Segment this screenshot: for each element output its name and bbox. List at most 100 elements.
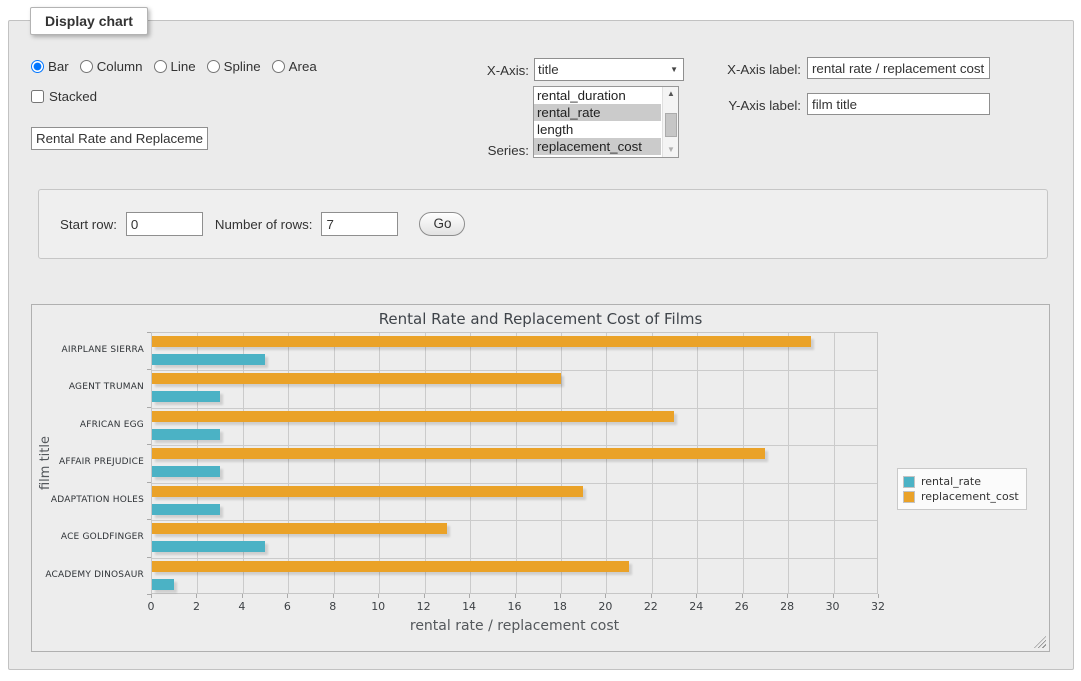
xtick-mark — [878, 594, 879, 598]
gridline — [152, 520, 877, 521]
xtick-mark — [651, 594, 652, 598]
ytick-label: AGENT TRUMAN — [32, 381, 144, 393]
radio-bar[interactable] — [31, 60, 44, 73]
radio-bar-label: Bar — [48, 59, 69, 74]
gridline — [606, 333, 607, 593]
gridline — [288, 333, 289, 593]
radio-line-label: Line — [171, 59, 196, 74]
xtick-label: 24 — [676, 600, 716, 613]
go-button[interactable]: Go — [419, 212, 465, 236]
radio-spline[interactable] — [207, 60, 220, 73]
start-row-input[interactable] — [126, 212, 203, 236]
xtick-mark — [151, 594, 152, 598]
bar-rental_rate — [152, 504, 220, 515]
ytick-mark — [147, 369, 151, 370]
gridline — [788, 333, 789, 593]
chart-legend: rental_rate replacement_cost — [897, 468, 1027, 510]
gridline — [834, 333, 835, 593]
num-rows-input[interactable] — [321, 212, 398, 236]
start-row-label: Start row: — [60, 217, 117, 232]
series-option-rental_rate[interactable]: rental_rate — [534, 104, 661, 121]
xaxis-title: rental rate / replacement cost — [151, 618, 878, 634]
radio-column[interactable] — [80, 60, 93, 73]
xtick-mark — [696, 594, 697, 598]
radio-line[interactable] — [154, 60, 167, 73]
radio-area[interactable] — [272, 60, 285, 73]
fieldset-legend: Display chart — [30, 7, 148, 35]
xtick-label: 16 — [495, 600, 535, 613]
bar-replacement_cost — [152, 411, 674, 422]
xtick-mark — [833, 594, 834, 598]
legend-swatch-rental_rate — [903, 476, 915, 488]
xtick-label: 20 — [585, 600, 625, 613]
ytick-mark — [147, 519, 151, 520]
xtick-mark — [242, 594, 243, 598]
xtick-mark — [196, 594, 197, 598]
legend-row: replacement_cost — [903, 490, 1019, 503]
xtick-mark — [742, 594, 743, 598]
radio-column-label: Column — [97, 59, 143, 74]
xtick-mark — [333, 594, 334, 598]
rows-panel: Start row: Number of rows: Go — [38, 189, 1048, 259]
radio-option-spline[interactable]: Spline — [207, 59, 261, 74]
xtick-mark — [787, 594, 788, 598]
ytick-label: ACE GOLDFINGER — [32, 531, 144, 543]
chart-type-radio-group: Bar Column Line Spline Area — [31, 59, 317, 74]
series-label: Series: — [429, 143, 529, 158]
chart-panel: Rental Rate and Replacement Cost of Film… — [31, 304, 1050, 652]
gridline — [152, 558, 877, 559]
series-option-replacement_cost[interactable]: replacement_cost — [534, 138, 661, 155]
radio-area-label: Area — [289, 59, 317, 74]
xaxis-select-wrap: title ▼ — [534, 58, 684, 81]
chart-title-input[interactable] — [31, 127, 208, 150]
series-option-rental_duration[interactable]: rental_duration — [534, 87, 661, 104]
yaxis-label-input[interactable] — [807, 93, 990, 115]
radio-option-bar[interactable]: Bar — [31, 59, 69, 74]
legend-swatch-replacement_cost — [903, 491, 915, 503]
gridline — [152, 445, 877, 446]
xaxis-label-input[interactable] — [807, 57, 990, 79]
xtick-mark — [424, 594, 425, 598]
yaxis-title: film title — [38, 403, 54, 523]
chart-resize-handle-icon[interactable] — [1034, 636, 1046, 648]
radio-option-area[interactable]: Area — [272, 59, 317, 74]
gridline — [379, 333, 380, 593]
xtick-mark — [287, 594, 288, 598]
bar-rental_rate — [152, 354, 265, 365]
xtick-label: 8 — [313, 600, 353, 613]
series-listbox-items: rental_durationrental_ratelengthreplacem… — [534, 87, 661, 157]
xtick-label: 10 — [358, 600, 398, 613]
radio-option-column[interactable]: Column — [80, 59, 143, 74]
bar-replacement_cost — [152, 373, 561, 384]
gridline — [516, 333, 517, 593]
gridline — [152, 370, 877, 371]
scrollbar-thumb[interactable] — [665, 113, 677, 137]
xtick-label: 6 — [267, 600, 307, 613]
xtick-label: 32 — [858, 600, 898, 613]
series-option-length[interactable]: length — [534, 121, 661, 138]
xtick-label: 2 — [176, 600, 216, 613]
xaxis-select[interactable]: title — [534, 58, 684, 81]
num-rows-label: Number of rows: — [215, 217, 313, 232]
bar-replacement_cost — [152, 561, 629, 572]
scroll-up-icon[interactable]: ▲ — [663, 87, 679, 101]
gridline — [743, 333, 744, 593]
xtick-label: 18 — [540, 600, 580, 613]
legend-label: rental_rate — [921, 475, 981, 488]
bar-replacement_cost — [152, 336, 811, 347]
radio-option-line[interactable]: Line — [154, 59, 196, 74]
series-listbox-scrollbar[interactable]: ▲ ▼ — [662, 87, 678, 157]
stacked-checkbox[interactable] — [31, 90, 44, 103]
gridline — [152, 408, 877, 409]
chart-title: Rental Rate and Replacement Cost of Film… — [32, 310, 1049, 328]
scroll-down-icon[interactable]: ▼ — [663, 143, 679, 157]
legend-row: rental_rate — [903, 475, 1019, 488]
series-listbox[interactable]: rental_durationrental_ratelengthreplacem… — [533, 86, 679, 158]
xtick-mark — [378, 594, 379, 598]
gridline — [334, 333, 335, 593]
gridline — [561, 333, 562, 593]
radio-spline-label: Spline — [224, 59, 261, 74]
xaxis-select-label: X-Axis: — [429, 63, 529, 78]
ytick-mark — [147, 557, 151, 558]
stacked-option[interactable]: Stacked — [31, 89, 97, 104]
